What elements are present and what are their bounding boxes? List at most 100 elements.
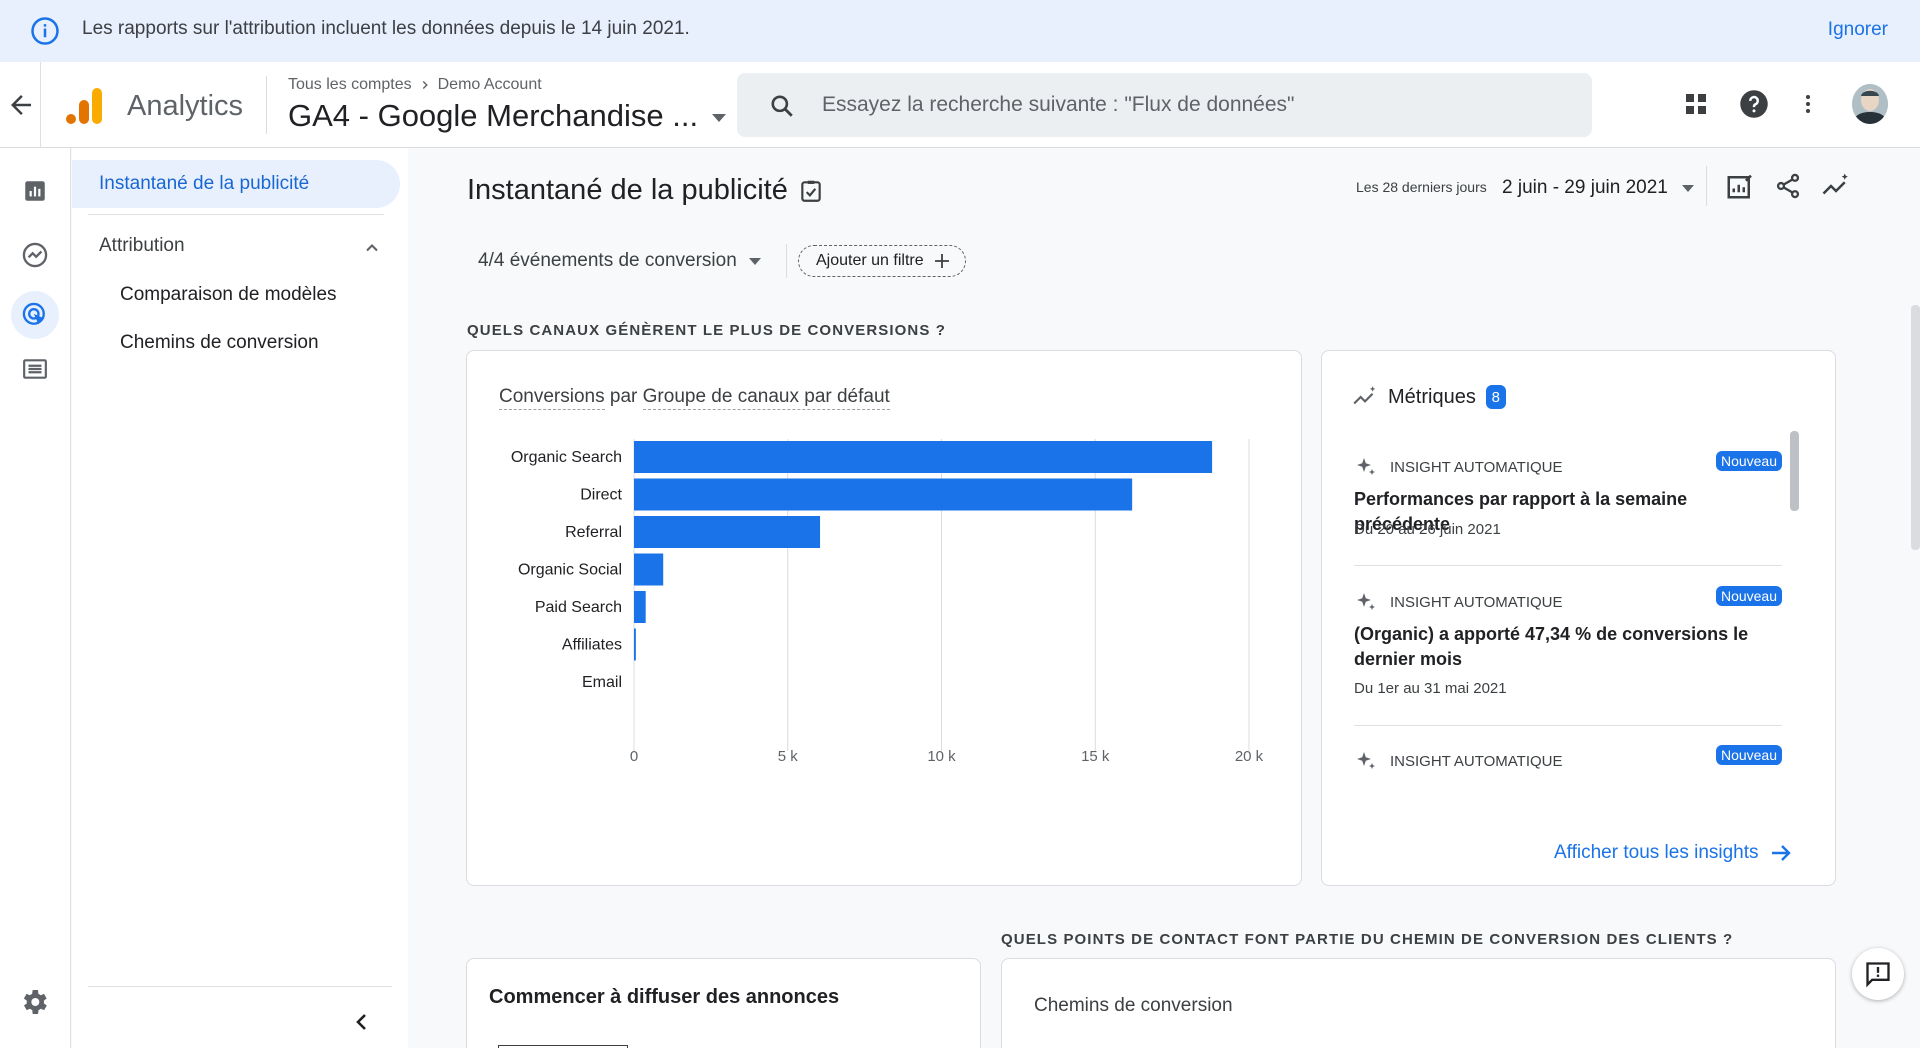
add-filter-button[interactable]: Ajouter un filtre	[798, 245, 966, 277]
insights-title: Métriques	[1388, 385, 1476, 408]
nav-divider	[88, 214, 384, 215]
nav-item-model-comparison[interactable]: Comparaison de modèles	[120, 284, 337, 306]
section-heading-channels: QUELS CANAUX GÉNÈRENT LE PLUS DE CONVERS…	[467, 322, 946, 339]
x-tick-label: 20 k	[1235, 748, 1264, 765]
chevron-up-icon[interactable]	[362, 238, 382, 258]
help-icon[interactable]	[1738, 88, 1770, 120]
add-filter-label: Ajouter un filtre	[816, 252, 924, 269]
search-bar[interactable]: Essayez la recherche suivante : "Flux de…	[737, 73, 1592, 137]
section-heading-touchpoints: QUELS POINTS DE CONTACT FONT PARTIE DU C…	[1001, 931, 1734, 948]
category-label: Email	[582, 674, 622, 691]
explore-icon[interactable]	[17, 237, 53, 273]
category-label: Organic Social	[518, 562, 622, 579]
chart-card: Conversions par Groupe de canaux par déf…	[466, 350, 1302, 886]
breadcrumb[interactable]: Tous les comptes Demo Account	[288, 76, 542, 94]
configure-list-icon[interactable]	[17, 351, 53, 387]
feedback-icon	[1866, 962, 1890, 988]
sparkle-icon	[1357, 593, 1375, 610]
reports-icon[interactable]	[17, 173, 53, 209]
property-selector[interactable]: GA4 - Google Merchandise ...	[288, 98, 727, 134]
date-range-picker[interactable]: 2 juin - 29 juin 2021	[1502, 177, 1694, 199]
caret-down-icon	[712, 114, 727, 122]
header-divider	[40, 62, 41, 148]
sparkle-icon	[1357, 458, 1375, 475]
view-all-insights-label: Afficher tous les insights	[1554, 842, 1759, 863]
insight-kind: INSIGHT AUTOMATIQUE	[1354, 590, 1563, 614]
advertising-icon[interactable]	[11, 291, 59, 339]
category-label: Referral	[565, 524, 622, 541]
category-label: Direct	[580, 487, 622, 504]
start-ads-card: Commencer à diffuser des annonces	[466, 958, 981, 1048]
info-icon	[31, 17, 59, 45]
page-title-row: Instantané de la publicité	[467, 174, 824, 207]
sparkle-icon	[1357, 752, 1375, 769]
left-rail	[0, 148, 71, 1048]
bar-chart: 05 k 10 k 15 k 20 kOrganic SearchDirectRefe…	[511, 439, 1264, 765]
property-name: GA4 - Google Merchandise ...	[288, 98, 699, 133]
page-title: Instantané de la publicité	[467, 174, 788, 206]
collapse-chevron-left-icon[interactable]	[350, 1010, 374, 1034]
insight-kind-label: INSIGHT AUTOMATIQUE	[1390, 593, 1563, 611]
date-range-value: 2 juin - 29 juin 2021	[1502, 177, 1668, 198]
insight-item[interactable]: INSIGHT AUTOMATIQUE Nouveau	[1354, 745, 1782, 789]
insight-item[interactable]: INSIGHT AUTOMATIQUE Nouveau (Organic) a …	[1354, 586, 1782, 710]
x-tick-label: 5 k	[778, 748, 799, 765]
chevron-right-icon	[422, 80, 428, 90]
info-banner: Les rapports sur l'attribution incluent …	[0, 0, 1920, 62]
category-label: Affiliates	[562, 637, 622, 654]
feedback-button[interactable]	[1852, 948, 1904, 1000]
apps-grid-icon[interactable]	[1680, 88, 1712, 120]
bar	[634, 628, 636, 661]
side-nav: Instantané de la publicité Attribution C…	[72, 148, 408, 1048]
category-label: Organic Search	[511, 449, 622, 466]
toolbar-divider	[1706, 166, 1707, 206]
nav-section-attribution[interactable]: Attribution	[99, 235, 185, 257]
insights-trend-icon	[1353, 386, 1376, 405]
analytics-logo-icon[interactable]	[64, 86, 104, 126]
new-badge: Nouveau	[1715, 451, 1782, 471]
share-icon[interactable]	[1772, 170, 1804, 202]
dismiss-banner-button[interactable]: Ignorer	[1828, 19, 1888, 41]
bar	[634, 516, 821, 548]
conversion-events-label: 4/4 événements de conversion	[478, 250, 737, 271]
category-label: Paid Search	[535, 599, 622, 616]
new-badge: Nouveau	[1715, 586, 1782, 606]
verified-report-icon	[801, 180, 821, 202]
insight-kind-label: INSIGHT AUTOMATIQUE	[1390, 752, 1563, 770]
nav-divider-bottom	[88, 986, 392, 987]
insight-date: Du 1er au 31 mai 2021	[1354, 680, 1507, 697]
insight-date: Du 20 au 26 juin 2021	[1354, 521, 1501, 538]
insight-title: (Organic) a apporté 47,34 % de conversio…	[1354, 624, 1749, 669]
date-range-label: Les 28 derniers jours	[1356, 179, 1487, 195]
avatar[interactable]	[1852, 84, 1888, 124]
search-placeholder: Essayez la recherche suivante : "Flux de…	[822, 93, 1295, 116]
breadcrumb-all-accounts[interactable]: Tous les comptes	[288, 76, 412, 94]
insights-icon[interactable]	[1820, 170, 1852, 202]
insight-separator	[1354, 565, 1782, 566]
caret-down-icon	[1681, 184, 1694, 192]
bar	[634, 591, 646, 623]
insight-item[interactable]: INSIGHT AUTOMATIQUE Nouveau Performances…	[1354, 451, 1782, 555]
banner-message: Les rapports sur l'attribution incluent …	[82, 18, 690, 39]
filter-divider	[786, 244, 787, 278]
header-separator	[266, 76, 267, 134]
insights-card: Métriques 8 INSIGHT AUTOMATIQUE Nouveau …	[1321, 350, 1836, 886]
start-ads-title: Commencer à diffuser des annonces	[489, 986, 840, 1008]
x-tick-label: 15 k	[1081, 748, 1110, 765]
page-scrollbar[interactable]	[1911, 305, 1920, 550]
customize-report-icon[interactable]	[1724, 170, 1756, 202]
bar	[634, 478, 1133, 511]
back-arrow-icon[interactable]	[6, 90, 36, 120]
more-vert-icon[interactable]	[1792, 88, 1824, 120]
insight-separator	[1354, 725, 1782, 726]
settings-gear-icon[interactable]	[18, 986, 50, 1018]
nav-item-ad-snapshot[interactable]: Instantané de la publicité	[72, 160, 400, 208]
breadcrumb-account[interactable]: Demo Account	[438, 76, 542, 94]
conversion-events-selector[interactable]: 4/4 événements de conversion	[478, 250, 761, 272]
insight-kind: INSIGHT AUTOMATIQUE	[1354, 749, 1563, 773]
view-all-insights-link[interactable]: Afficher tous les insights	[1554, 841, 1793, 865]
insights-scrollbar[interactable]	[1790, 431, 1799, 511]
bar	[634, 441, 1213, 473]
nav-item-conversion-paths[interactable]: Chemins de conversion	[120, 332, 319, 354]
x-tick-label: 10 k	[927, 748, 956, 765]
